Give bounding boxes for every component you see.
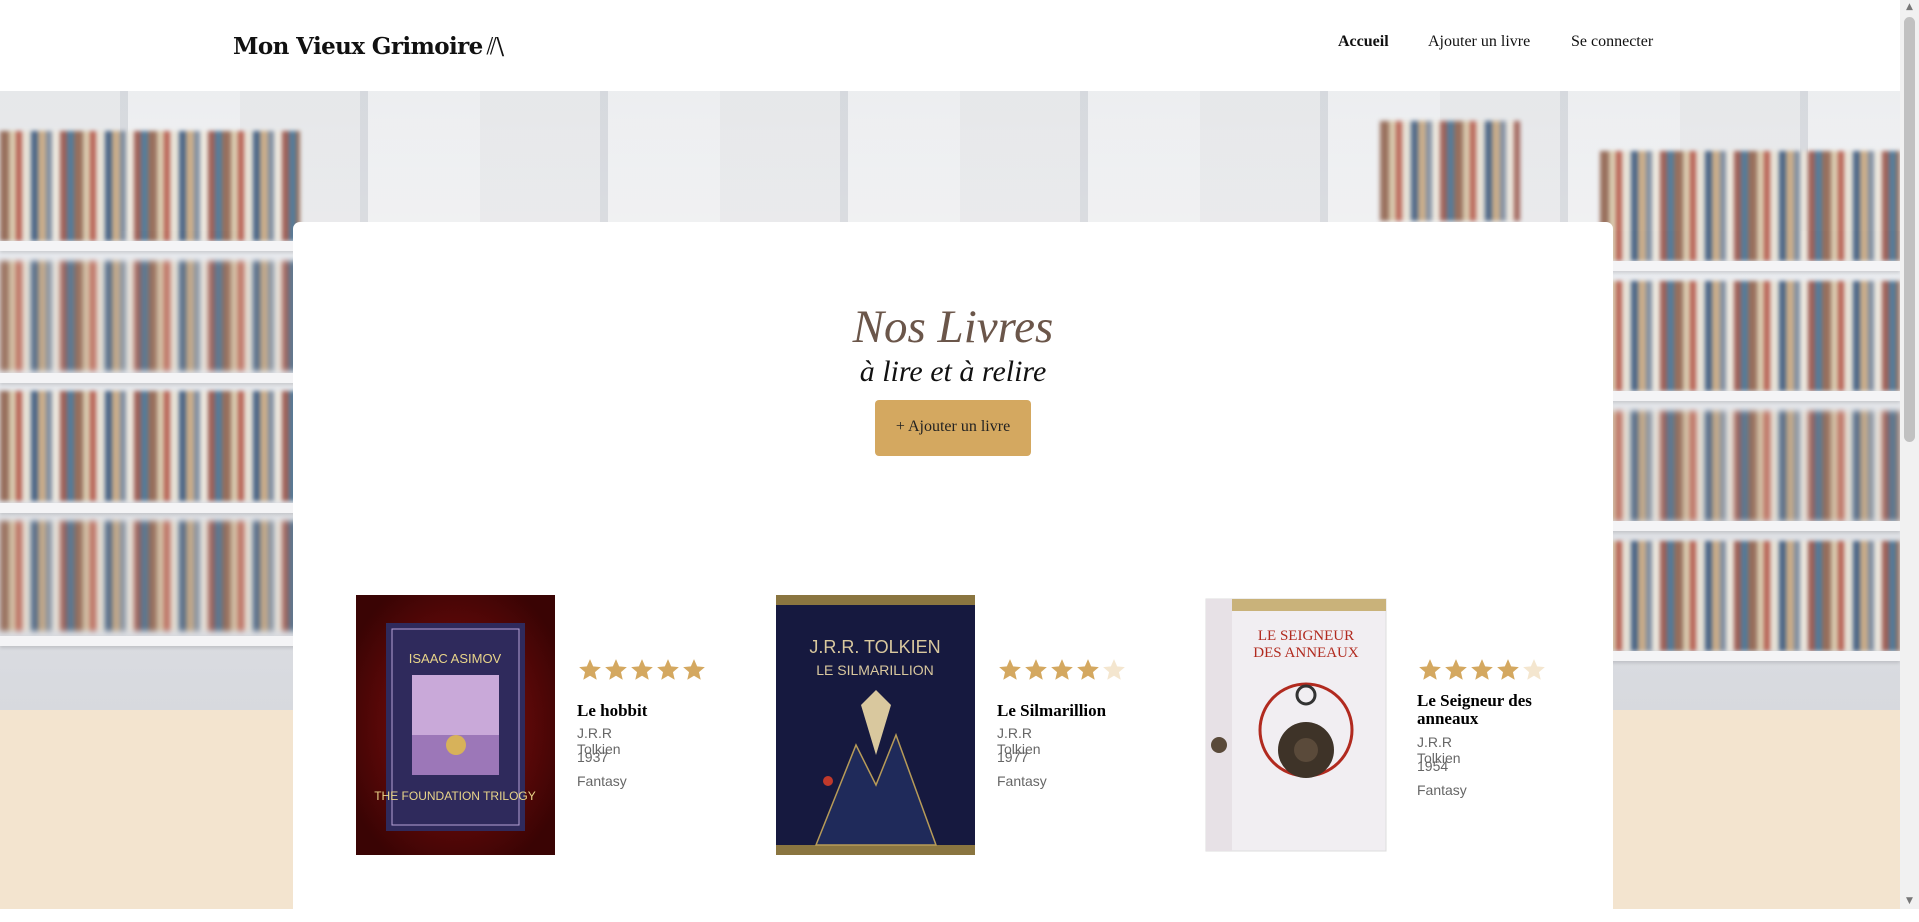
star-filled-icon xyxy=(603,657,629,683)
star-filled-icon xyxy=(681,657,707,683)
nav-link-accueil[interactable]: Accueil xyxy=(1338,33,1389,51)
svg-text:J.R.R. TOLKIEN: J.R.R. TOLKIEN xyxy=(809,637,940,657)
book-genre: Fantasy xyxy=(997,773,1047,789)
book-title: Le Seigneur des anneaux xyxy=(1417,691,1532,728)
svg-text:ISAAC ASIMOV: ISAAC ASIMOV xyxy=(409,651,502,666)
add-book-button-label: + Ajouter un livre xyxy=(895,418,1011,435)
logo-text: Mon Vieux Grimoire xyxy=(233,33,483,60)
star-empty-icon xyxy=(1101,657,1127,683)
star-filled-icon xyxy=(577,657,603,683)
rating-stars xyxy=(997,657,1127,683)
book-title: Le Silmarillion xyxy=(997,701,1107,720)
scroll-up-arrow-icon[interactable]: ▲ xyxy=(1904,2,1915,13)
scroll-down-arrow-icon[interactable]: ▼ xyxy=(1904,896,1915,907)
book-title: Le hobbit xyxy=(577,701,648,720)
svg-text:LE SILMARILLION: LE SILMARILLION xyxy=(816,662,934,678)
svg-text:LE SEIGNEUR: LE SEIGNEUR xyxy=(1258,628,1354,644)
rating-stars xyxy=(577,657,707,683)
star-filled-icon xyxy=(1495,657,1521,683)
star-filled-icon xyxy=(1469,657,1495,683)
star-filled-icon xyxy=(997,657,1023,683)
rating-stars xyxy=(1417,657,1547,683)
star-filled-icon xyxy=(655,657,681,683)
star-filled-icon xyxy=(629,657,655,683)
book-year: 1977 xyxy=(997,749,1029,765)
nav-link-login[interactable]: Se connecter xyxy=(1571,33,1653,51)
vertical-scrollbar[interactable]: ▲ ▼ xyxy=(1900,0,1919,909)
book-genre: Fantasy xyxy=(577,773,627,789)
book-year: 1937 xyxy=(577,749,609,765)
books-icon: ⫽\ xyxy=(486,34,504,60)
top-navigation-bar: Mon Vieux Grimoire ⫽\ Accueil Ajouter un … xyxy=(0,0,1900,91)
star-filled-icon xyxy=(1075,657,1101,683)
page-subtitle: à lire et à relire xyxy=(859,355,1047,388)
svg-text:DES ANNEAUX: DES ANNEAUX xyxy=(1253,645,1359,661)
right-bookshelf xyxy=(1600,91,1900,710)
book-cover-image: LE SEIGNEUR DES ANNEAUX xyxy=(1196,595,1395,855)
star-empty-icon xyxy=(1521,657,1547,683)
books-card: Nos Livres à lire et à relire + Ajouter … xyxy=(293,222,1613,922)
book-year: 1954 xyxy=(1417,758,1449,774)
book-genre: Fantasy xyxy=(1417,782,1467,798)
add-book-button[interactable]: + Ajouter un livre xyxy=(875,400,1031,456)
svg-text:THE FOUNDATION TRILOGY: THE FOUNDATION TRILOGY xyxy=(374,789,536,803)
nav-link-add-book[interactable]: Ajouter un livre xyxy=(1428,33,1530,51)
page-title: Nos Livres xyxy=(852,301,1054,353)
star-filled-icon xyxy=(1049,657,1075,683)
book-cover-image: J.R.R. TOLKIEN LE SILMARILLION xyxy=(776,595,975,855)
star-filled-icon xyxy=(1443,657,1469,683)
star-filled-icon xyxy=(1417,657,1443,683)
scrollbar-thumb[interactable] xyxy=(1904,17,1915,442)
book-cover-image: ISAAC ASIMOV THE FOUNDATION TRILOGY xyxy=(356,595,555,855)
site-logo[interactable]: Mon Vieux Grimoire ⫽\ xyxy=(233,33,504,60)
left-bookshelf xyxy=(0,91,300,710)
star-filled-icon xyxy=(1023,657,1049,683)
